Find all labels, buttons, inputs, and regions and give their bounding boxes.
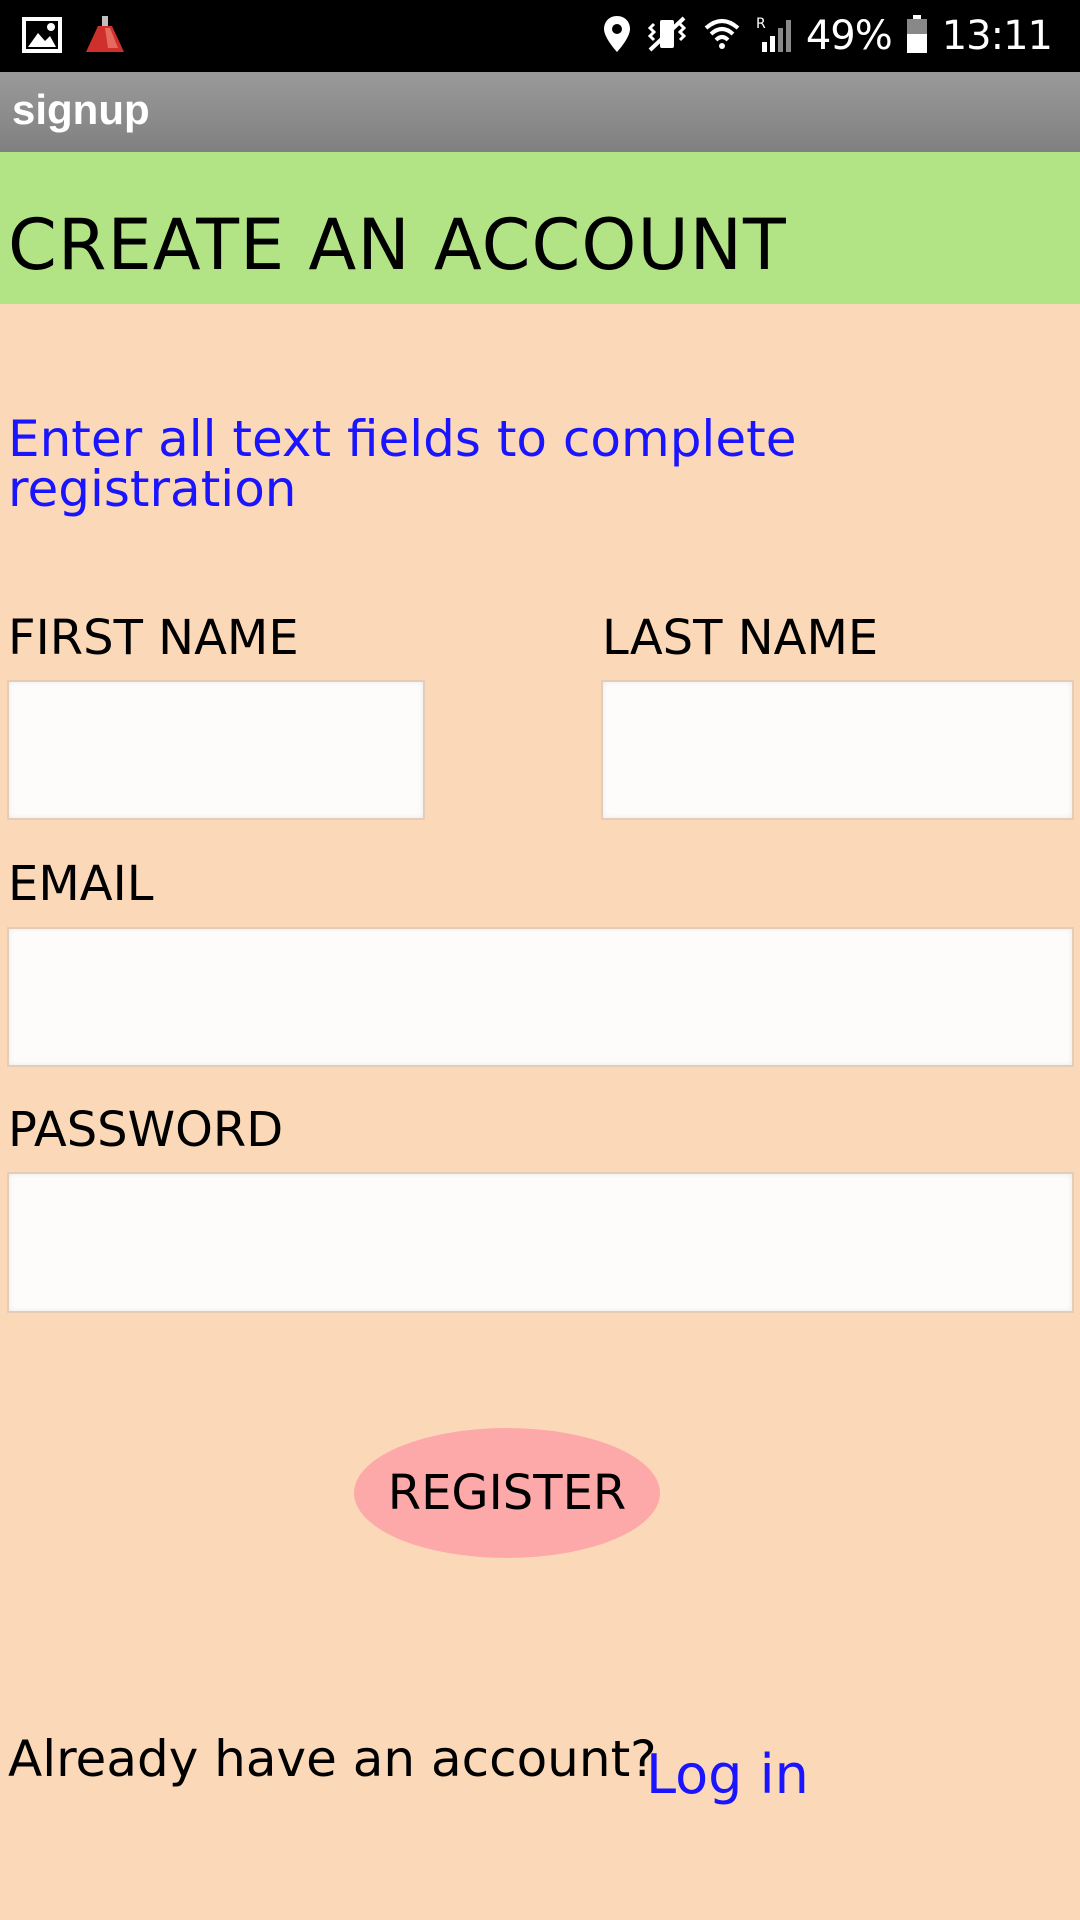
instructions-text: Enter all text fields to complete regist…	[8, 410, 797, 518]
first-name-label: FIRST NAME	[8, 610, 299, 666]
last-name-label: LAST NAME	[602, 610, 879, 666]
signal-icon: R	[756, 14, 792, 58]
email-input[interactable]	[7, 927, 1074, 1067]
password-input[interactable]	[7, 1172, 1074, 1313]
password-label: PASSWORD	[8, 1102, 284, 1158]
location-icon	[602, 14, 632, 58]
status-left-icons	[22, 14, 126, 61]
register-button[interactable]: REGISTER	[354, 1428, 660, 1558]
last-name-input[interactable]	[601, 680, 1074, 820]
status-time: 13:11	[941, 13, 1053, 59]
battery-percent: 49%	[805, 13, 893, 59]
battery-icon	[906, 14, 928, 58]
page-title: CREATE AN ACCOUNT	[8, 204, 787, 286]
app-bar: signup	[0, 72, 1080, 152]
already-have-account-text: Already have an account?	[8, 1730, 657, 1788]
status-right-icons: R 49% 13:11	[602, 0, 1053, 72]
vibrate-icon	[646, 14, 688, 58]
wifi-icon	[702, 14, 742, 58]
header-band: CREATE AN ACCOUNT	[0, 152, 1080, 304]
status-bar: R 49% 13:11	[0, 0, 1080, 72]
email-label: EMAIL	[8, 856, 154, 912]
first-name-input[interactable]	[7, 680, 425, 820]
svg-text:R: R	[756, 16, 766, 32]
login-link[interactable]: Log in	[646, 1748, 809, 1802]
app-notification-icon	[84, 14, 126, 61]
app-title: signup	[12, 86, 150, 133]
image-icon	[22, 17, 62, 58]
